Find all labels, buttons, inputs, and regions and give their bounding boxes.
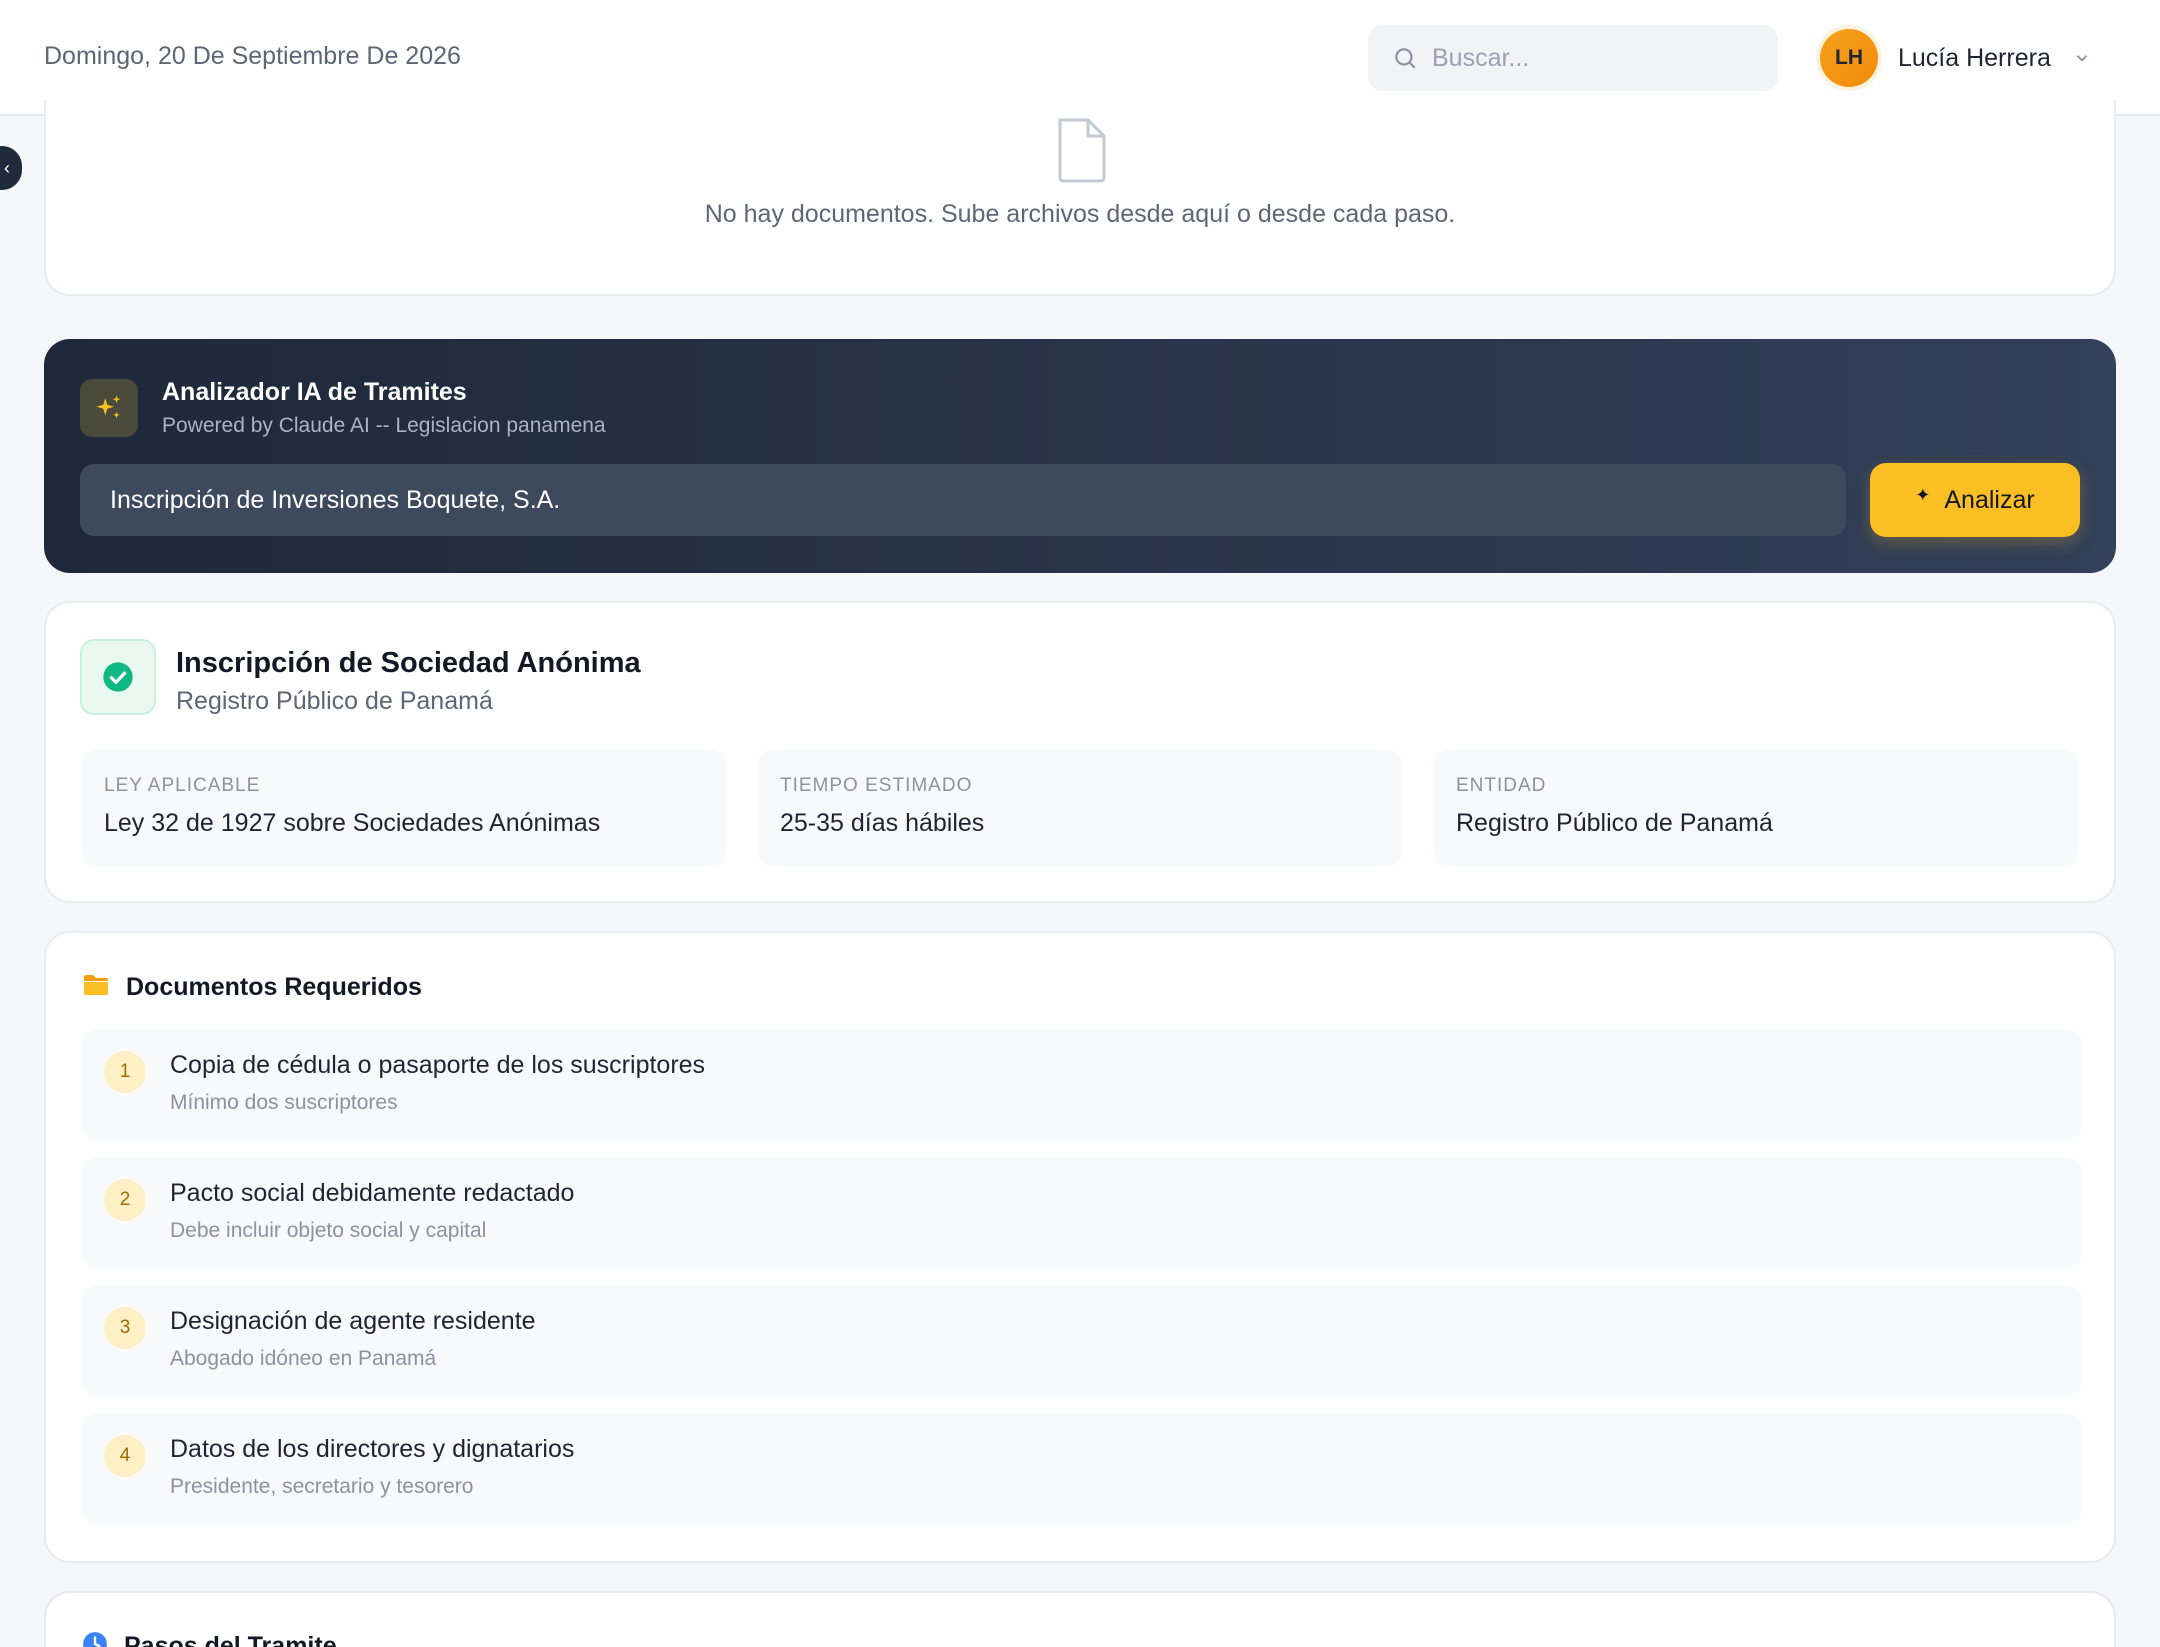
check-circle-icon xyxy=(80,639,156,715)
analyzer-subtitle: Powered by Claude AI -- Legislacion pana… xyxy=(162,414,606,437)
info-applicable-law: LEY APLICABLE Ley 32 de 1927 sobre Socie… xyxy=(82,749,726,867)
section-title: Documentos Requeridos xyxy=(126,973,422,1001)
analyze-button[interactable]: ✦ Analizar xyxy=(1870,463,2080,537)
info-label: TIEMPO ESTIMADO xyxy=(780,775,973,796)
item-note: Abogado idóneo en Panamá xyxy=(170,1347,437,1370)
item-number: 2 xyxy=(104,1179,146,1221)
sparkles-icon xyxy=(80,379,138,437)
search-input[interactable] xyxy=(1432,43,1752,73)
chevron-down-icon[interactable] xyxy=(2073,48,2093,68)
user-name[interactable]: Lucía Herrera xyxy=(1898,44,2051,73)
list-item: 1 Copia de cédula o pasaporte de los sus… xyxy=(82,1029,2082,1141)
analyzer-title: Analizador IA de Tramites xyxy=(162,378,467,406)
search-icon xyxy=(1390,43,1420,73)
list-item: 3 Designación de agente residente Abogad… xyxy=(82,1285,2082,1397)
item-note: Presidente, secretario y tesorero xyxy=(170,1475,474,1498)
analyze-button-label: Analizar xyxy=(1944,485,2035,514)
info-value: 25-35 días hábiles xyxy=(780,809,985,837)
list-item: 4 Datos de los directores y dignatarios … xyxy=(82,1413,2082,1525)
chevron-left-icon: ‹ xyxy=(4,157,10,178)
current-date: Domingo, 20 De Septiembre De 2026 xyxy=(44,42,461,70)
info-value: Ley 32 de 1927 sobre Sociedades Anónimas xyxy=(104,809,601,837)
user-menu[interactable]: LH Lucía Herrera xyxy=(1820,28,2093,88)
info-estimated-time: TIEMPO ESTIMADO 25-35 días hábiles xyxy=(758,749,1402,867)
item-number: 3 xyxy=(104,1307,146,1349)
info-label: ENTIDAD xyxy=(1456,775,1547,796)
search-box[interactable] xyxy=(1368,25,1778,91)
clock-icon xyxy=(82,1631,108,1647)
info-label: LEY APLICABLE xyxy=(104,775,261,796)
sparkle-icon: ✦ xyxy=(1915,484,1931,505)
procedure-title: Inscripción de Sociedad Anónima xyxy=(176,647,641,679)
item-title: Pacto social debidamente redactado xyxy=(170,1179,575,1207)
procedure-steps-card: Pasos del Tramite xyxy=(44,1591,2116,1647)
empty-documents-message: No hay documentos. Sube archivos desde a… xyxy=(704,200,1456,228)
analysis-result-card: Inscripción de Sociedad Anónima Registro… xyxy=(44,601,2116,903)
item-title: Datos de los directores y dignatarios xyxy=(170,1435,575,1463)
procedure-input[interactable] xyxy=(80,464,1846,536)
item-note: Mínimo dos suscriptores xyxy=(170,1091,398,1114)
info-value: Registro Público de Panamá xyxy=(1456,809,1773,837)
item-title: Copia de cédula o pasaporte de los suscr… xyxy=(170,1051,706,1079)
uploaded-documents-card: No hay documentos. Sube archivos desde a… xyxy=(44,100,2116,296)
required-documents-card: Documentos Requeridos 1 Copia de cédula … xyxy=(44,931,2116,1563)
section-header: Documentos Requeridos xyxy=(82,973,422,1002)
avatar[interactable]: LH xyxy=(1820,29,1878,87)
item-title: Designación de agente residente xyxy=(170,1307,536,1335)
item-note: Debe incluir objeto social y capital xyxy=(170,1219,487,1242)
list-item: 2 Pacto social debidamente redactado Deb… xyxy=(82,1157,2082,1269)
ai-analyzer-panel: Analizador IA de Tramites Powered by Cla… xyxy=(44,339,2116,573)
folder-icon xyxy=(82,973,110,1002)
section-title: Pasos del Tramite xyxy=(124,1632,337,1647)
item-number: 4 xyxy=(104,1435,146,1477)
item-number: 1 xyxy=(104,1051,146,1093)
sidebar-collapse-button[interactable]: ‹ xyxy=(0,146,22,190)
section-header: Pasos del Tramite xyxy=(82,1631,337,1647)
procedure-subtitle: Registro Público de Panamá xyxy=(176,687,493,715)
top-bar: Domingo, 20 De Septiembre De 2026 LH Luc… xyxy=(0,0,2160,116)
info-entity: ENTIDAD Registro Público de Panamá xyxy=(1434,749,2078,867)
file-icon xyxy=(1054,116,1110,189)
